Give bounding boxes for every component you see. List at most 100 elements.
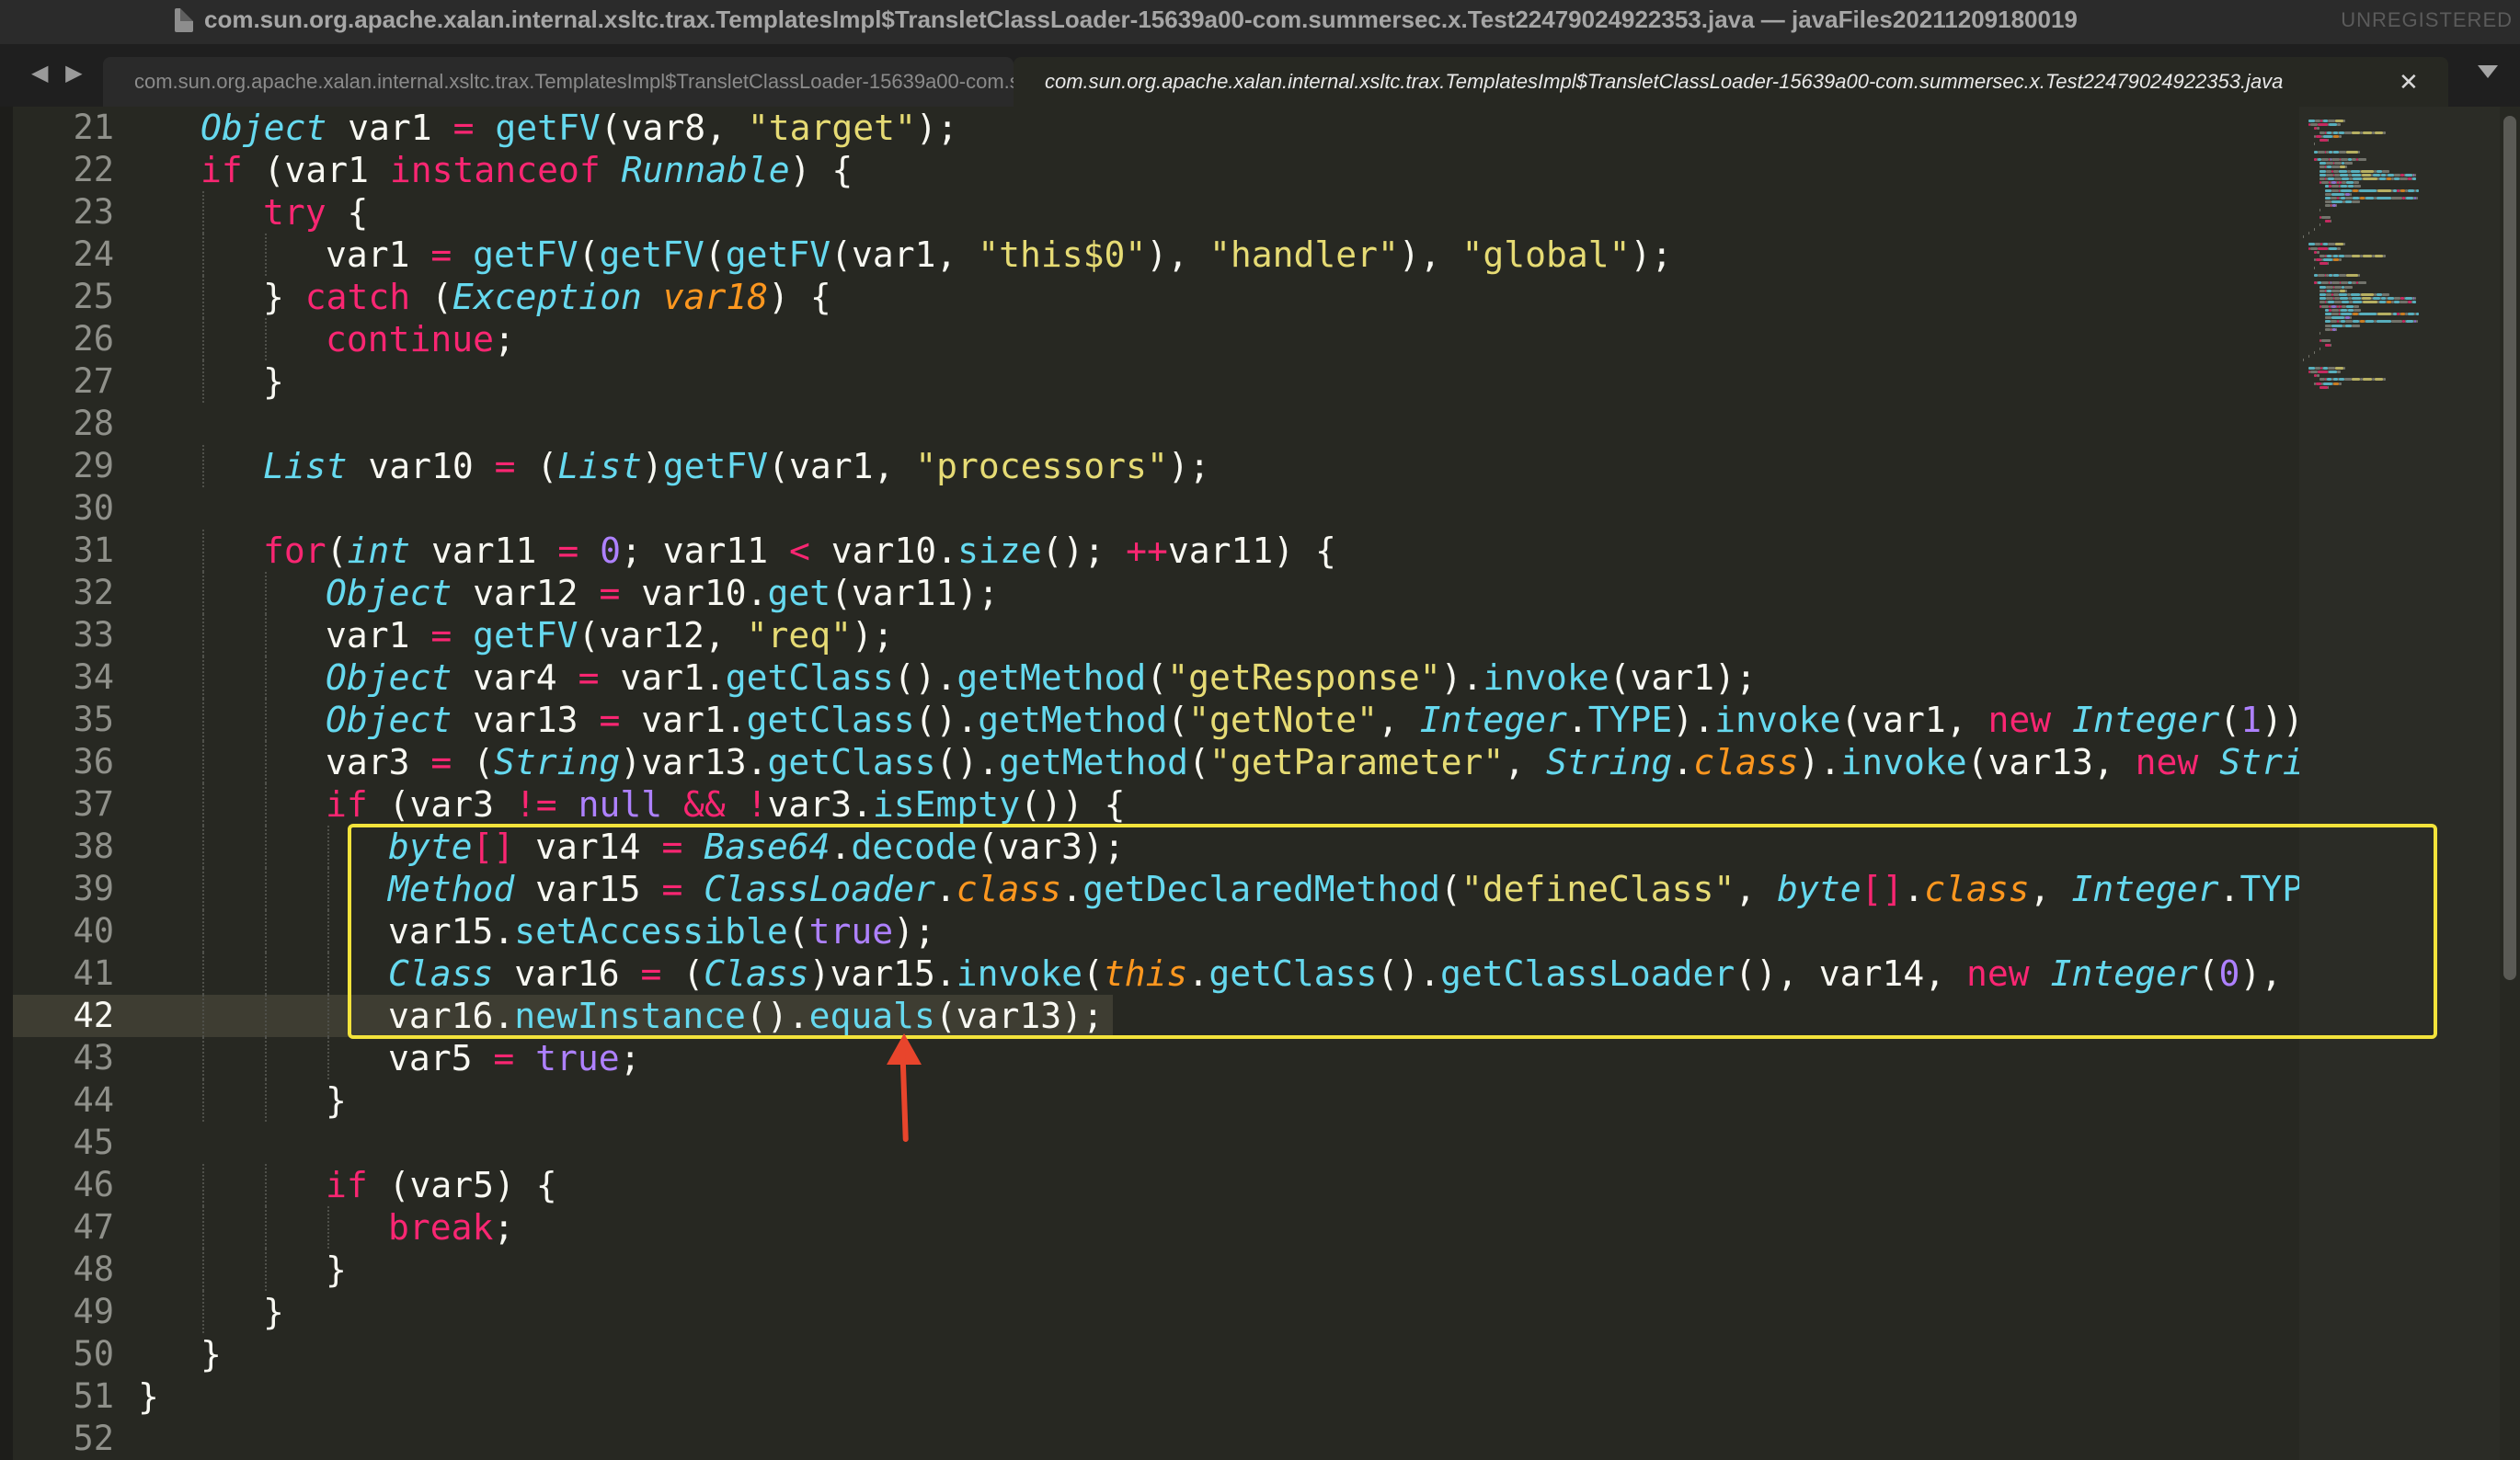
code-token: new xyxy=(2135,742,2199,782)
code-token: Object xyxy=(326,573,452,613)
code-token: Runnable xyxy=(621,150,790,190)
code-token: var5 xyxy=(388,1038,494,1078)
code-line[interactable]: } xyxy=(138,1375,159,1418)
code-line[interactable]: } xyxy=(326,1079,347,1122)
line-number: 41 xyxy=(73,953,114,993)
indent-guide xyxy=(327,868,329,910)
code-token: getFV xyxy=(725,234,831,275)
code-line[interactable]: } xyxy=(263,1291,284,1333)
indent-guide xyxy=(265,614,267,656)
code-line[interactable]: continue; xyxy=(326,318,515,360)
code-token: var13 xyxy=(452,700,600,740)
code-token: (var1); xyxy=(1609,657,1757,698)
code-line[interactable]: if (var3 != null && !var3.isEmpty()) { xyxy=(326,783,1125,826)
code-token: && xyxy=(682,784,726,825)
line-number: 39 xyxy=(73,869,114,908)
code-token: Stri xyxy=(2219,742,2304,782)
code-token: = xyxy=(430,615,452,656)
code-token: } xyxy=(263,361,284,402)
code-area[interactable]: Object var1 = getFV(var8, "target"); if (… xyxy=(138,107,2308,1460)
code-token: getClass xyxy=(746,700,915,740)
code-token: Object xyxy=(200,108,327,148)
indent-guide xyxy=(265,741,267,783)
code-token: = xyxy=(430,234,452,275)
code-line[interactable]: Object var4 = var1.getClass().getMethod(… xyxy=(326,656,1757,699)
line-number: 46 xyxy=(73,1165,114,1204)
code-token: } xyxy=(326,1249,347,1290)
code-line[interactable]: } catch (Exception var18) { xyxy=(263,276,831,318)
indent-guide xyxy=(202,656,204,699)
code-token: != xyxy=(514,784,557,825)
indent-guide xyxy=(265,1037,267,1079)
code-line[interactable]: var3 = (String)var13.getClass().getMetho… xyxy=(326,741,2304,783)
code-token: ! xyxy=(746,784,768,825)
code-token: invoke xyxy=(1714,700,1841,740)
line-number: 32 xyxy=(73,573,114,612)
indent-guide xyxy=(202,234,204,276)
code-line[interactable]: Object var13 = var1.getClass().getMethod… xyxy=(326,699,2304,741)
code-token: Integer xyxy=(1419,700,1567,740)
code-token: ); xyxy=(915,108,958,148)
code-line[interactable]: for(int var11 = 0; var11 < var10.size();… xyxy=(263,530,1336,572)
code-token: ). xyxy=(1798,742,1841,782)
code-line[interactable]: List var10 = (List)getFV(var1, "processo… xyxy=(263,445,1210,487)
line-number: 27 xyxy=(73,361,114,401)
code-token: ); xyxy=(851,615,894,656)
tab-active[interactable]: com.sun.org.apache.xalan.internal.xsltc.… xyxy=(1014,57,2448,107)
scrollbar-thumb[interactable] xyxy=(2503,116,2516,980)
code-token: (var1 xyxy=(242,150,390,190)
code-line[interactable]: if (var5) { xyxy=(326,1164,557,1206)
line-number: 25 xyxy=(73,277,114,316)
tab-close-icon[interactable]: ✕ xyxy=(2399,69,2419,97)
tab-nav-arrows-icon[interactable]: ◀ ▶ xyxy=(31,60,88,86)
code-line[interactable]: var1 = getFV(var12, "req"); xyxy=(326,614,894,656)
code-line[interactable]: Object var1 = getFV(var8, "target"); xyxy=(200,107,958,149)
code-line[interactable]: if (var1 instanceof Runnable) { xyxy=(200,149,853,191)
code-token: var10 xyxy=(347,446,495,486)
code-token: ; xyxy=(493,1207,515,1248)
indent-guide xyxy=(202,360,204,403)
indent-guide xyxy=(265,1206,267,1249)
code-token: . xyxy=(1672,742,1694,782)
indent-guide xyxy=(265,783,267,826)
code-line[interactable]: } xyxy=(326,1249,347,1291)
code-line[interactable]: } xyxy=(263,360,284,403)
code-token: class xyxy=(1693,742,1799,782)
code-token: var1. xyxy=(599,657,726,698)
code-line[interactable]: var5 = true; xyxy=(388,1037,641,1079)
tab-inactive[interactable]: com.sun.org.apache.xalan.internal.xsltc.… xyxy=(103,57,1014,107)
unregistered-label: UNREGISTERED xyxy=(2341,8,2513,31)
code-token: getFV xyxy=(473,615,578,656)
code-token: var3. xyxy=(767,784,873,825)
annotation-highlight-box xyxy=(348,824,2437,1039)
code-token: getFV xyxy=(599,234,704,275)
code-token: ( xyxy=(452,742,495,782)
code-line[interactable]: Object var12 = var10.get(var11); xyxy=(326,572,999,614)
code-token: ) { xyxy=(768,277,831,317)
code-editor[interactable]: 21 22 23 24 25 26 27 28 29 30 31 32 33 34 35 36 37 38 39 40… xyxy=(0,107,2520,1460)
code-token: )) xyxy=(2261,700,2304,740)
line-number: 22 xyxy=(73,150,114,189)
code-token: var10. xyxy=(809,530,958,571)
code-token: catch xyxy=(304,277,411,317)
code-token: var11 xyxy=(410,530,558,571)
tab-dropdown-icon[interactable] xyxy=(2478,65,2498,78)
code-token: String xyxy=(1546,742,1673,782)
code-token: TYPE xyxy=(1587,700,1673,740)
code-line[interactable]: try { xyxy=(263,191,368,234)
code-token: (). xyxy=(893,657,957,698)
code-token: if xyxy=(326,784,368,825)
code-token: continue xyxy=(326,319,495,359)
code-token: (var5) { xyxy=(367,1165,557,1205)
code-line[interactable]: var1 = getFV(getFV(getFV(var1, "this$0")… xyxy=(326,234,1672,276)
code-line[interactable]: } xyxy=(200,1333,222,1375)
code-token: List xyxy=(557,446,642,486)
code-line[interactable]: break; xyxy=(388,1206,514,1249)
code-token: ); xyxy=(1167,446,1210,486)
minimap-viewport[interactable] xyxy=(2299,107,2511,1460)
line-number: 33 xyxy=(73,615,114,655)
